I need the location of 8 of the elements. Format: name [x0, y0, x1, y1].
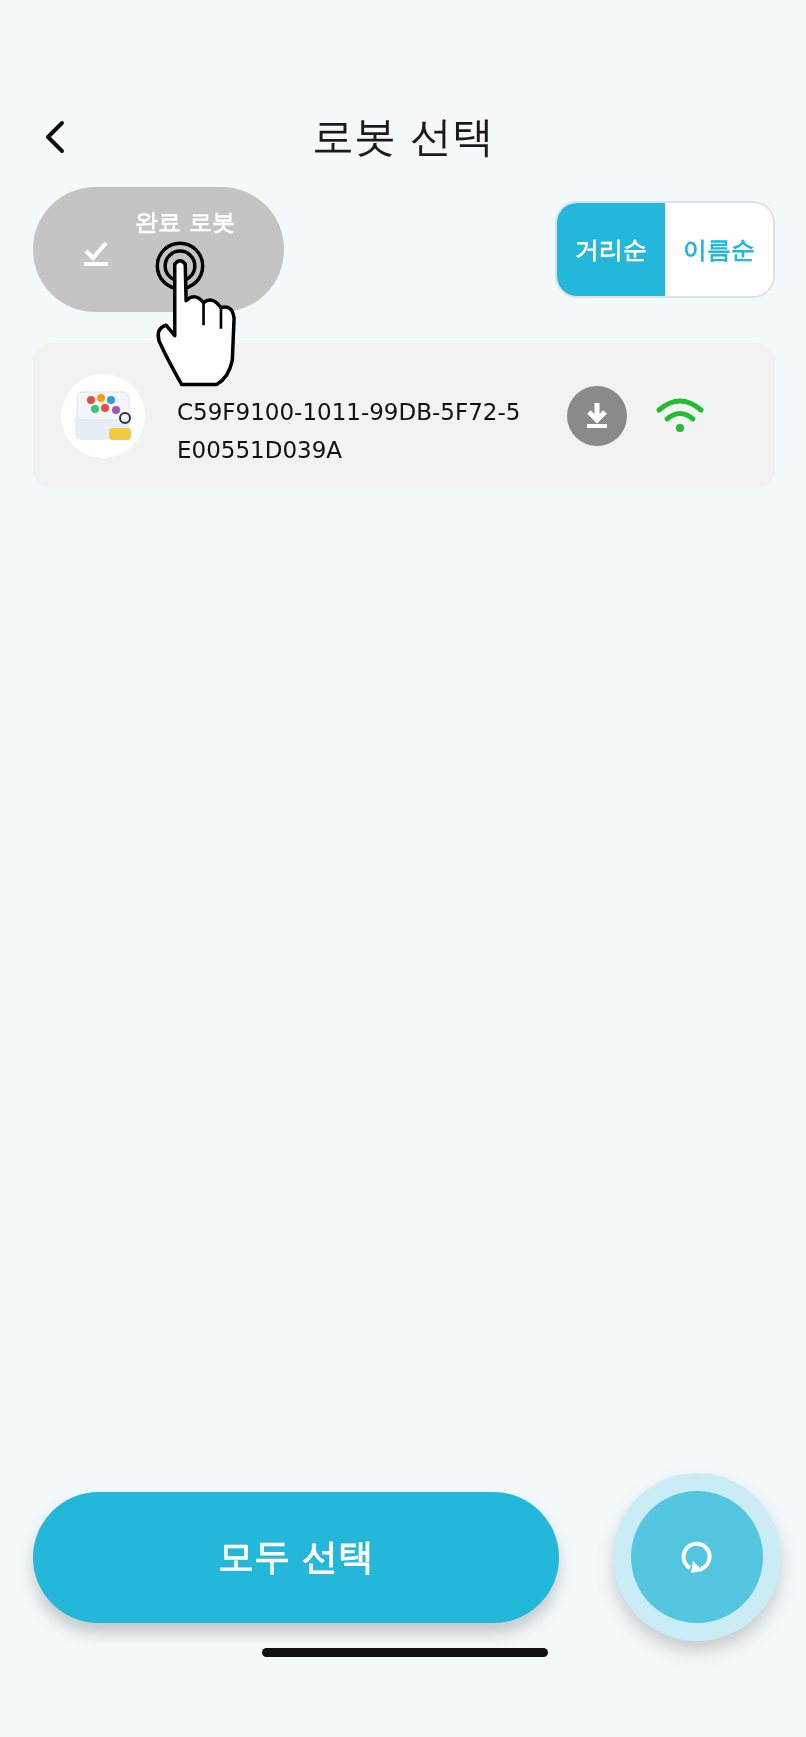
- page-title: 로봇 선택: [312, 111, 494, 163]
- robot-thumbnail-icon: [61, 373, 145, 458]
- robot-id: C59F9100-1011-99DB-5F72-5E00551D039A: [177, 397, 522, 465]
- sort-tab[interactable]: 거리순: [557, 203, 665, 296]
- robot-card[interactable]: C59F9100-1011-99DB-5F72-5E00551D039A: [33, 343, 775, 488]
- download-icon[interactable]: [567, 385, 627, 446]
- select-all-button[interactable]: 모두 선택: [33, 1491, 559, 1623]
- filter-button[interactable]: 완료 로봇: [33, 187, 284, 312]
